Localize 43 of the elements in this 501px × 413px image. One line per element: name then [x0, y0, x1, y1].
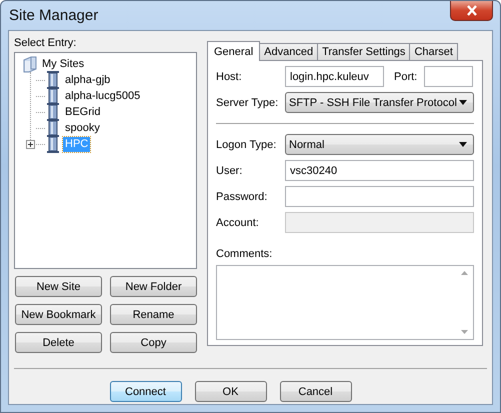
scroll-down-icon[interactable]	[461, 330, 468, 334]
button[interactable]: New Folder	[110, 276, 197, 297]
user-label: User:	[216, 164, 244, 176]
tree-item[interactable]: spooky	[63, 120, 102, 136]
tab[interactable]: Advanced	[259, 43, 318, 60]
server-type-dropdown[interactable]: SFTP - SSH File Transfer Protocol	[285, 92, 474, 113]
button[interactable]: OK	[194, 381, 266, 402]
logon-type-dropdown[interactable]: Normal	[285, 134, 474, 155]
button[interactable]: Cancel	[280, 381, 352, 402]
button[interactable]: Rename	[110, 304, 197, 325]
tab[interactable]: General	[207, 41, 260, 61]
logon-type-label: Logon Type:	[216, 138, 278, 150]
tab[interactable]: Transfer Settings	[317, 43, 410, 60]
password-field[interactable]	[285, 186, 474, 207]
tree-item[interactable]: alpha-lucg5005	[63, 88, 142, 104]
host-field[interactable]: login.hpc.kuleuv	[285, 66, 384, 87]
server-icon	[45, 135, 61, 153]
window-title: Site Manager	[8, 6, 98, 24]
button[interactable]: Connect	[110, 381, 182, 402]
scroll-up-icon[interactable]	[461, 271, 468, 275]
close-icon	[464, 5, 478, 16]
comments-field[interactable]	[216, 265, 474, 340]
port-label: Port:	[394, 70, 418, 82]
button[interactable]: Delete	[15, 332, 102, 353]
user-field[interactable]: vsc30240	[285, 160, 474, 181]
close-button[interactable]	[450, 1, 493, 21]
comments-label: Comments:	[216, 248, 274, 262]
password-label: Password:	[216, 190, 268, 202]
caret-icon	[459, 142, 467, 147]
button[interactable]: New Bookmark	[15, 304, 102, 325]
account-label: Account:	[216, 216, 260, 228]
expand-icon[interactable]	[26, 140, 35, 148]
tree-item[interactable]: BEGrid	[63, 104, 102, 120]
tree-item[interactable]: alpha-gjb	[63, 72, 112, 88]
tree-item[interactable]: My Sites	[40, 56, 86, 72]
select-entry-label: Select Entry:	[14, 37, 78, 51]
server-type-label: Server Type:	[216, 96, 280, 108]
caret-icon	[459, 100, 467, 105]
port-field[interactable]	[424, 66, 474, 87]
button[interactable]: New Site	[15, 276, 102, 297]
host-label: Host:	[216, 70, 243, 82]
button[interactable]: Copy	[110, 332, 197, 353]
tab[interactable]: Charset	[409, 43, 458, 60]
